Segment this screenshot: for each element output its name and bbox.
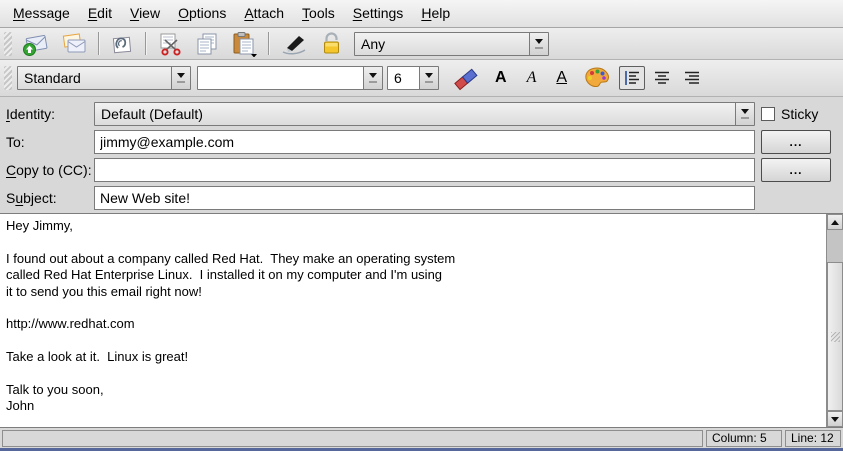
message-body-editor[interactable]: Hey Jimmy, I found out about a company c…: [0, 213, 843, 428]
paste-dropdown-arrow: [251, 54, 257, 57]
subject-input[interactable]: [94, 186, 755, 210]
italic-icon: A: [522, 70, 542, 86]
font-family-value: [198, 67, 363, 89]
align-right-icon: [682, 68, 702, 88]
menu-message[interactable]: Message: [4, 0, 79, 27]
scrollbar-thumb[interactable]: [827, 262, 843, 411]
toolbar-separator: [145, 32, 146, 55]
font-size-combo[interactable]: 6: [387, 66, 439, 90]
cut-button[interactable]: [153, 29, 187, 59]
send-mail-icon: [22, 31, 50, 57]
status-column-panel: Column: 5: [706, 430, 782, 447]
align-center-icon: [652, 68, 672, 88]
text-color-button[interactable]: [579, 63, 615, 93]
sign-message-button[interactable]: [276, 29, 312, 59]
chevron-down-icon[interactable]: [419, 67, 438, 89]
cc-label: Copy to (CC):: [6, 162, 94, 178]
sticky-checkbox[interactable]: [761, 107, 775, 121]
eraser-icon: [452, 65, 480, 91]
scroll-up-button[interactable]: [827, 214, 843, 230]
menu-edit[interactable]: Edit: [79, 0, 121, 27]
vertical-scrollbar[interactable]: [826, 214, 843, 427]
send-button[interactable]: [19, 29, 53, 59]
priority-combo[interactable]: Any: [354, 32, 549, 56]
bold-button[interactable]: A: [487, 68, 515, 88]
toolbar-separator: [268, 32, 269, 55]
attach-file-button[interactable]: [106, 29, 138, 59]
copy-icon: [194, 31, 220, 57]
cc-row: Copy to (CC): ...: [6, 157, 837, 182]
subject-row: Subject:: [6, 185, 837, 210]
main-toolbar: Any: [0, 28, 843, 60]
toolbar-separator: [98, 32, 99, 55]
sign-message-pen-icon: [279, 31, 309, 57]
menu-options[interactable]: Options: [169, 0, 235, 27]
cc-input[interactable]: [94, 158, 755, 182]
align-right-button[interactable]: [679, 66, 705, 90]
chevron-down-icon[interactable]: [529, 33, 548, 55]
message-headers: Identity: Default (Default) Sticky To: .…: [0, 97, 843, 213]
font-size-value: 6: [388, 67, 419, 89]
bold-icon: A: [490, 70, 512, 86]
menu-bar: Message Edit View Options Attach Tools S…: [0, 0, 843, 28]
identity-row: Identity: Default (Default) Sticky: [6, 101, 837, 126]
remove-formatting-button[interactable]: [449, 63, 483, 93]
status-bar: Column: 5 Line: 12: [0, 428, 843, 448]
to-input[interactable]: [94, 130, 755, 154]
underline-icon: A: [551, 70, 572, 86]
color-palette-icon: [582, 65, 612, 91]
align-center-button[interactable]: [649, 66, 675, 90]
queue-mail-icon: [60, 31, 88, 57]
status-line-panel: Line: 12: [785, 430, 841, 447]
identity-label: Identity:: [6, 106, 94, 122]
format-toolbar: Standard 6 A A A: [0, 60, 843, 97]
paste-button[interactable]: [227, 29, 261, 59]
message-body-text[interactable]: Hey Jimmy, I found out about a company c…: [0, 214, 826, 427]
cc-address-book-button[interactable]: ...: [761, 158, 831, 182]
menu-attach[interactable]: Attach: [235, 0, 293, 27]
scrollbar-grip: [831, 332, 840, 342]
arrow-down-icon: [831, 417, 839, 422]
chevron-down-icon[interactable]: [171, 67, 190, 89]
to-label: To:: [6, 134, 94, 150]
scrollbar-track[interactable]: [827, 230, 843, 411]
cut-icon: [156, 31, 184, 57]
menu-view[interactable]: View: [121, 0, 169, 27]
align-left-icon: [622, 68, 642, 88]
italic-button[interactable]: A: [519, 68, 545, 88]
font-family-combo[interactable]: [197, 66, 383, 90]
identity-combo-value: Default (Default): [95, 103, 735, 125]
menu-settings[interactable]: Settings: [344, 0, 413, 27]
paragraph-style-value: Standard: [18, 67, 171, 89]
to-address-book-button[interactable]: ...: [761, 130, 831, 154]
chevron-down-icon[interactable]: [735, 103, 754, 125]
encrypt-message-button[interactable]: [316, 29, 348, 59]
toolbar-drag-handle[interactable]: [4, 32, 12, 56]
encrypt-open-lock-icon: [319, 31, 345, 57]
menu-help[interactable]: Help: [412, 0, 459, 27]
chevron-down-icon[interactable]: [363, 67, 382, 89]
to-row: To: ...: [6, 129, 837, 154]
copy-button[interactable]: [191, 29, 223, 59]
attach-file-icon: [109, 31, 135, 57]
scroll-down-button[interactable]: [827, 411, 843, 427]
underline-button[interactable]: A: [548, 68, 575, 88]
menu-tools[interactable]: Tools: [293, 0, 344, 27]
toolbar-drag-handle[interactable]: [4, 66, 12, 90]
status-message-panel: [2, 430, 703, 447]
arrow-up-icon: [831, 220, 839, 225]
paragraph-style-combo[interactable]: Standard: [17, 66, 191, 90]
queue-button[interactable]: [57, 29, 91, 59]
subject-label: Subject:: [6, 190, 94, 206]
identity-combo[interactable]: Default (Default): [94, 102, 755, 126]
align-left-button[interactable]: [619, 66, 645, 90]
priority-combo-value: Any: [355, 33, 529, 55]
paste-icon: [230, 31, 258, 57]
sticky-label: Sticky: [781, 106, 818, 122]
